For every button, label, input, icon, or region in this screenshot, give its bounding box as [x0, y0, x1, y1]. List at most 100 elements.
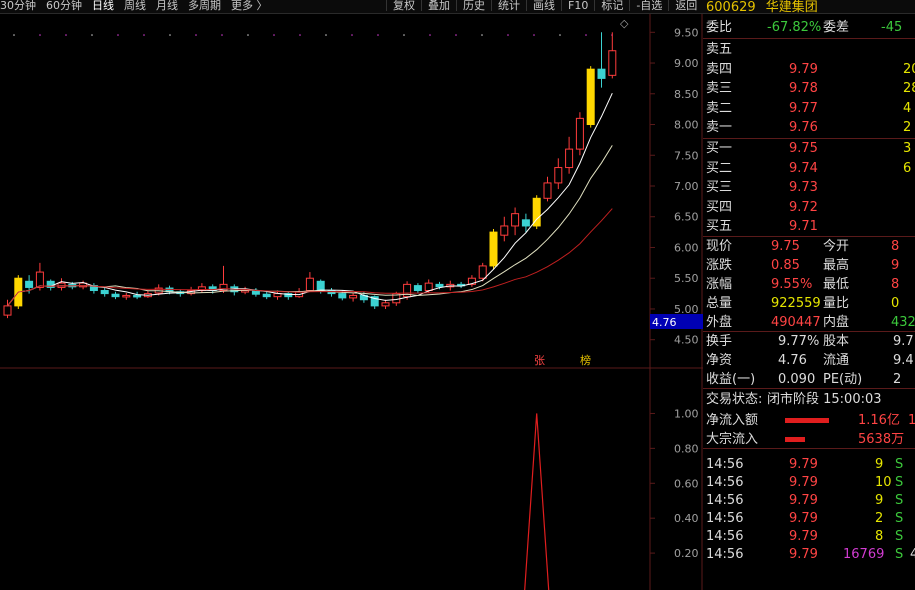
bid-level-row[interactable]: 买五 9.71	[703, 217, 915, 236]
marker-dot	[221, 34, 223, 36]
tab-multi-period[interactable]: 多周期	[188, 0, 221, 11]
candle-body	[554, 167, 563, 184]
fund-label: PE(动)	[823, 372, 863, 387]
ask-level-row[interactable]: 卖四 9.79 20	[703, 60, 915, 79]
bid-level-row[interactable]: 买二 9.74 6	[703, 159, 915, 178]
chart-menu-icon[interactable]: ◇	[620, 17, 629, 30]
marker-dot	[377, 34, 379, 36]
tick-row[interactable]: 14:56 9.79 10 S	[703, 473, 915, 492]
back-button[interactable]: 返回	[668, 0, 703, 11]
fund-label: 股本	[823, 334, 850, 349]
bid-level-row[interactable]: 买四 9.72	[703, 198, 915, 217]
level-volume: 4	[903, 100, 912, 116]
level-label: 卖五	[706, 42, 733, 57]
level-label: 买三	[706, 180, 733, 195]
level-label: 卖三	[706, 81, 733, 96]
fund-label: 净资	[706, 353, 733, 368]
level-volume: 28	[903, 81, 915, 96]
quote-row[interactable]: 现价 9.75 今开 8	[703, 237, 915, 256]
tab-monthly[interactable]: 月线	[156, 0, 178, 11]
tick-time: 14:56	[706, 475, 744, 490]
tick-volume: 10	[875, 475, 892, 490]
level-volume: 20	[903, 61, 915, 77]
tick-volume: 9	[875, 493, 884, 508]
candle-body	[122, 294, 131, 298]
adjust-button[interactable]: 复权	[386, 0, 421, 11]
candle-body	[111, 293, 120, 298]
quote-row[interactable]: 总量 922559 量比 0	[703, 294, 915, 313]
marker-dot	[65, 34, 67, 36]
candle-body	[597, 68, 606, 79]
fundamental-row[interactable]: 净资 4.76 流通 9.4	[703, 351, 915, 370]
tab-30min[interactable]: 30分钟	[0, 0, 36, 11]
limit-up-tag: 张	[534, 354, 545, 367]
candle-body	[100, 290, 109, 295]
quote-row[interactable]: 涨跌 0.85 最高 9	[703, 256, 915, 275]
quote-value: 490447	[771, 315, 821, 330]
level-price: 9.72	[789, 199, 818, 215]
fundamental-row[interactable]: 换手 9.77% 股本 9.7	[703, 332, 915, 351]
kline-chart[interactable]: 9.509.008.508.007.507.006.506.005.505.00…	[0, 14, 703, 590]
tick-row[interactable]: 14:56 9.79 9 S	[703, 455, 915, 474]
marker-dot	[169, 34, 171, 36]
ask-level-row[interactable]: 卖二 9.77 4	[703, 99, 915, 118]
overlay-button[interactable]: 叠加	[421, 0, 456, 11]
ask-level-row[interactable]: 卖三 9.78 28	[703, 79, 915, 98]
fundamental-row[interactable]: 收益(一) 0.090 PE(动) 2	[703, 370, 915, 389]
quote-label: 现价	[706, 239, 733, 254]
marker-dot	[507, 34, 509, 36]
tab-60min[interactable]: 60分钟	[46, 0, 82, 11]
quote-label: 总量	[706, 296, 733, 311]
candle-body	[565, 148, 574, 169]
f10-button[interactable]: F10	[561, 0, 594, 11]
ask-level-row[interactable]: 卖五	[703, 40, 915, 59]
tab-weekly[interactable]: 周线	[124, 0, 146, 11]
fund-value: 2	[893, 372, 902, 387]
marker-dot	[195, 34, 197, 36]
quote-label: 最高	[823, 258, 850, 273]
candle-body	[305, 277, 314, 292]
tick-row[interactable]: 14:56 9.79 9 S	[703, 491, 915, 510]
level-price: 9.71	[789, 219, 818, 234]
level-price: 9.75	[789, 141, 818, 156]
quote-label: 最低	[823, 277, 850, 292]
fund-label: 换手	[706, 334, 733, 349]
marker-dot	[143, 34, 145, 36]
quote-row[interactable]: 涨幅 9.55% 最低 8	[703, 275, 915, 294]
flow-row[interactable]: 大宗流入 5638万	[703, 430, 915, 449]
tick-volume: 2	[875, 511, 884, 526]
remove-watchlist-button[interactable]: -自选	[629, 0, 668, 11]
tick-row[interactable]: 14:56 9.79 16769 S 4	[703, 545, 915, 564]
tab-more[interactable]: 更多 〉	[231, 0, 268, 11]
marker-dot	[117, 34, 119, 36]
candle-body	[133, 294, 142, 298]
quote-label: 涨幅	[706, 277, 733, 292]
candle-body	[35, 271, 44, 288]
price-axis-label: 9.00	[674, 57, 699, 70]
bid-level-row[interactable]: 买一 9.75 3	[703, 139, 915, 158]
tick-side: S	[895, 475, 904, 490]
tick-row[interactable]: 14:56 9.79 8 S	[703, 527, 915, 546]
quote-label: 外盘	[706, 315, 733, 330]
price-axis-label: 4.50	[674, 334, 699, 347]
candle-body	[338, 293, 347, 299]
history-button[interactable]: 历史	[456, 0, 491, 11]
tick-extra: 4	[910, 547, 915, 562]
level-price: 9.77	[789, 100, 818, 116]
fund-value: 9.7	[893, 334, 914, 349]
tick-row[interactable]: 14:56 9.79 2 S	[703, 509, 915, 528]
ask-level-row[interactable]: 卖一 9.76 2	[703, 118, 915, 137]
tick-volume: 8	[875, 529, 884, 544]
marker-dot	[429, 34, 431, 36]
level-volume: 6	[903, 160, 912, 176]
tick-time: 14:56	[706, 493, 744, 508]
price-axis-label: 5.50	[674, 272, 699, 285]
mark-button[interactable]: 标记	[594, 0, 629, 11]
bid-level-row[interactable]: 买三 9.73	[703, 178, 915, 197]
draw-button[interactable]: 画线	[526, 0, 561, 11]
dragon-list-tag: 榜	[580, 353, 591, 367]
level-label: 买二	[706, 160, 733, 176]
stats-button[interactable]: 统计	[491, 0, 526, 11]
quote-row[interactable]: 外盘 490447内盘 4321	[703, 313, 915, 332]
tab-daily[interactable]: 日线	[92, 0, 114, 11]
